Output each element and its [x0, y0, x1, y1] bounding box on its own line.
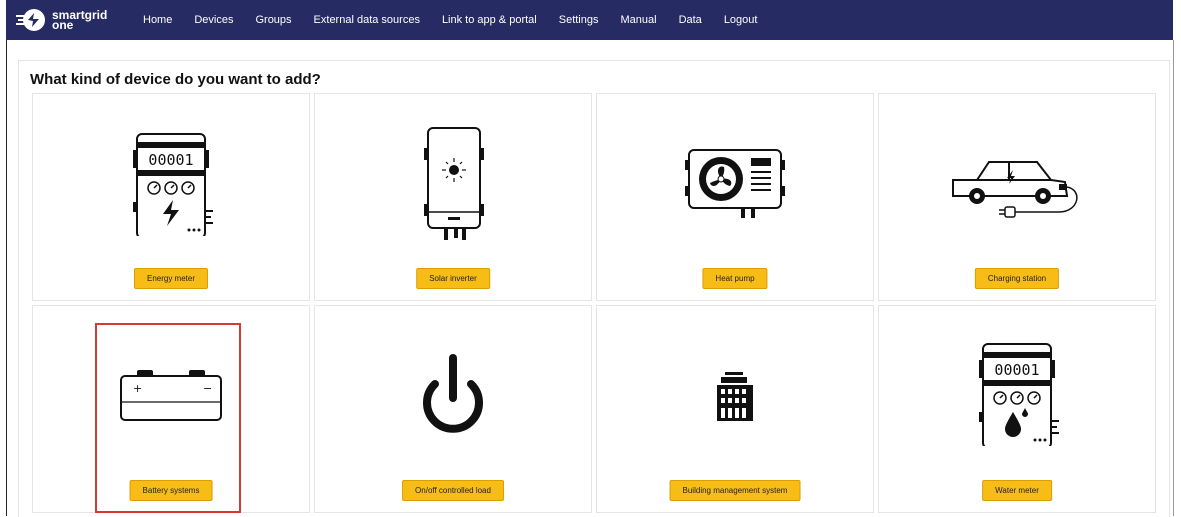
logo[interactable]: smartgrid one [16, 7, 107, 33]
device-card-heat-pump[interactable]: Heat pump [596, 93, 874, 301]
nav-devices[interactable]: Devices [194, 14, 233, 26]
building-management-button[interactable]: Building management system [669, 480, 801, 501]
window-border-left [6, 40, 7, 516]
power-icon [423, 354, 483, 433]
battery-systems-button[interactable]: Battery systems [129, 480, 213, 501]
device-card-building-management[interactable]: Building management system [596, 305, 874, 513]
logo-text: smartgrid one [52, 9, 107, 31]
nav-home[interactable]: Home [143, 14, 172, 26]
battery-minus: − [203, 382, 212, 395]
water-meter-button[interactable]: Water meter [982, 480, 1052, 501]
logo-icon [16, 9, 45, 31]
energy-meter-icon: 00001 [133, 133, 213, 236]
nav-settings[interactable]: Settings [559, 14, 599, 26]
battery-plus: + [133, 382, 142, 395]
top-navbar: smartgrid one Home Devices Groups Extern… [6, 0, 1173, 40]
battery-icon: + − [120, 370, 222, 421]
heat-pump-button[interactable]: Heat pump [702, 268, 768, 289]
device-card-charging-station[interactable]: Charging station [878, 93, 1156, 301]
nav-manual[interactable]: Manual [620, 14, 656, 26]
water-meter-icon: 00001 [979, 343, 1059, 446]
nav-external-data-sources[interactable]: External data sources [314, 14, 420, 26]
solar-inverter-icon [424, 127, 484, 240]
device-card-water-meter[interactable]: 00001 Water meter [878, 305, 1156, 513]
building-icon [717, 372, 753, 421]
solar-inverter-button[interactable]: Solar inverter [416, 268, 490, 289]
nav-data[interactable]: Data [679, 14, 702, 26]
charging-station-button[interactable]: Charging station [974, 268, 1060, 289]
device-card-energy-meter[interactable]: 00001 Energy meter [32, 93, 310, 301]
water-meter-counter: 00001 [994, 361, 1039, 379]
energy-meter-button[interactable]: Energy meter [133, 268, 209, 289]
nav-groups[interactable]: Groups [255, 14, 291, 26]
onoff-load-button[interactable]: On/off controlled load [402, 480, 504, 501]
nav-links: Home Devices Groups External data source… [143, 0, 779, 40]
meter-counter: 00001 [148, 151, 193, 169]
page-title: What kind of device do you want to add? [30, 71, 321, 88]
heat-pump-icon [685, 149, 785, 218]
device-card-onoff-load[interactable]: On/off controlled load [314, 305, 592, 513]
charging-station-icon [952, 161, 1078, 218]
window-border-right [1173, 40, 1174, 516]
nav-link-to-app[interactable]: Link to app & portal [442, 14, 537, 26]
device-card-battery-systems[interactable]: + − Battery systems [32, 305, 310, 513]
nav-logout[interactable]: Logout [724, 14, 758, 26]
device-card-solar-inverter[interactable]: Solar inverter [314, 93, 592, 301]
